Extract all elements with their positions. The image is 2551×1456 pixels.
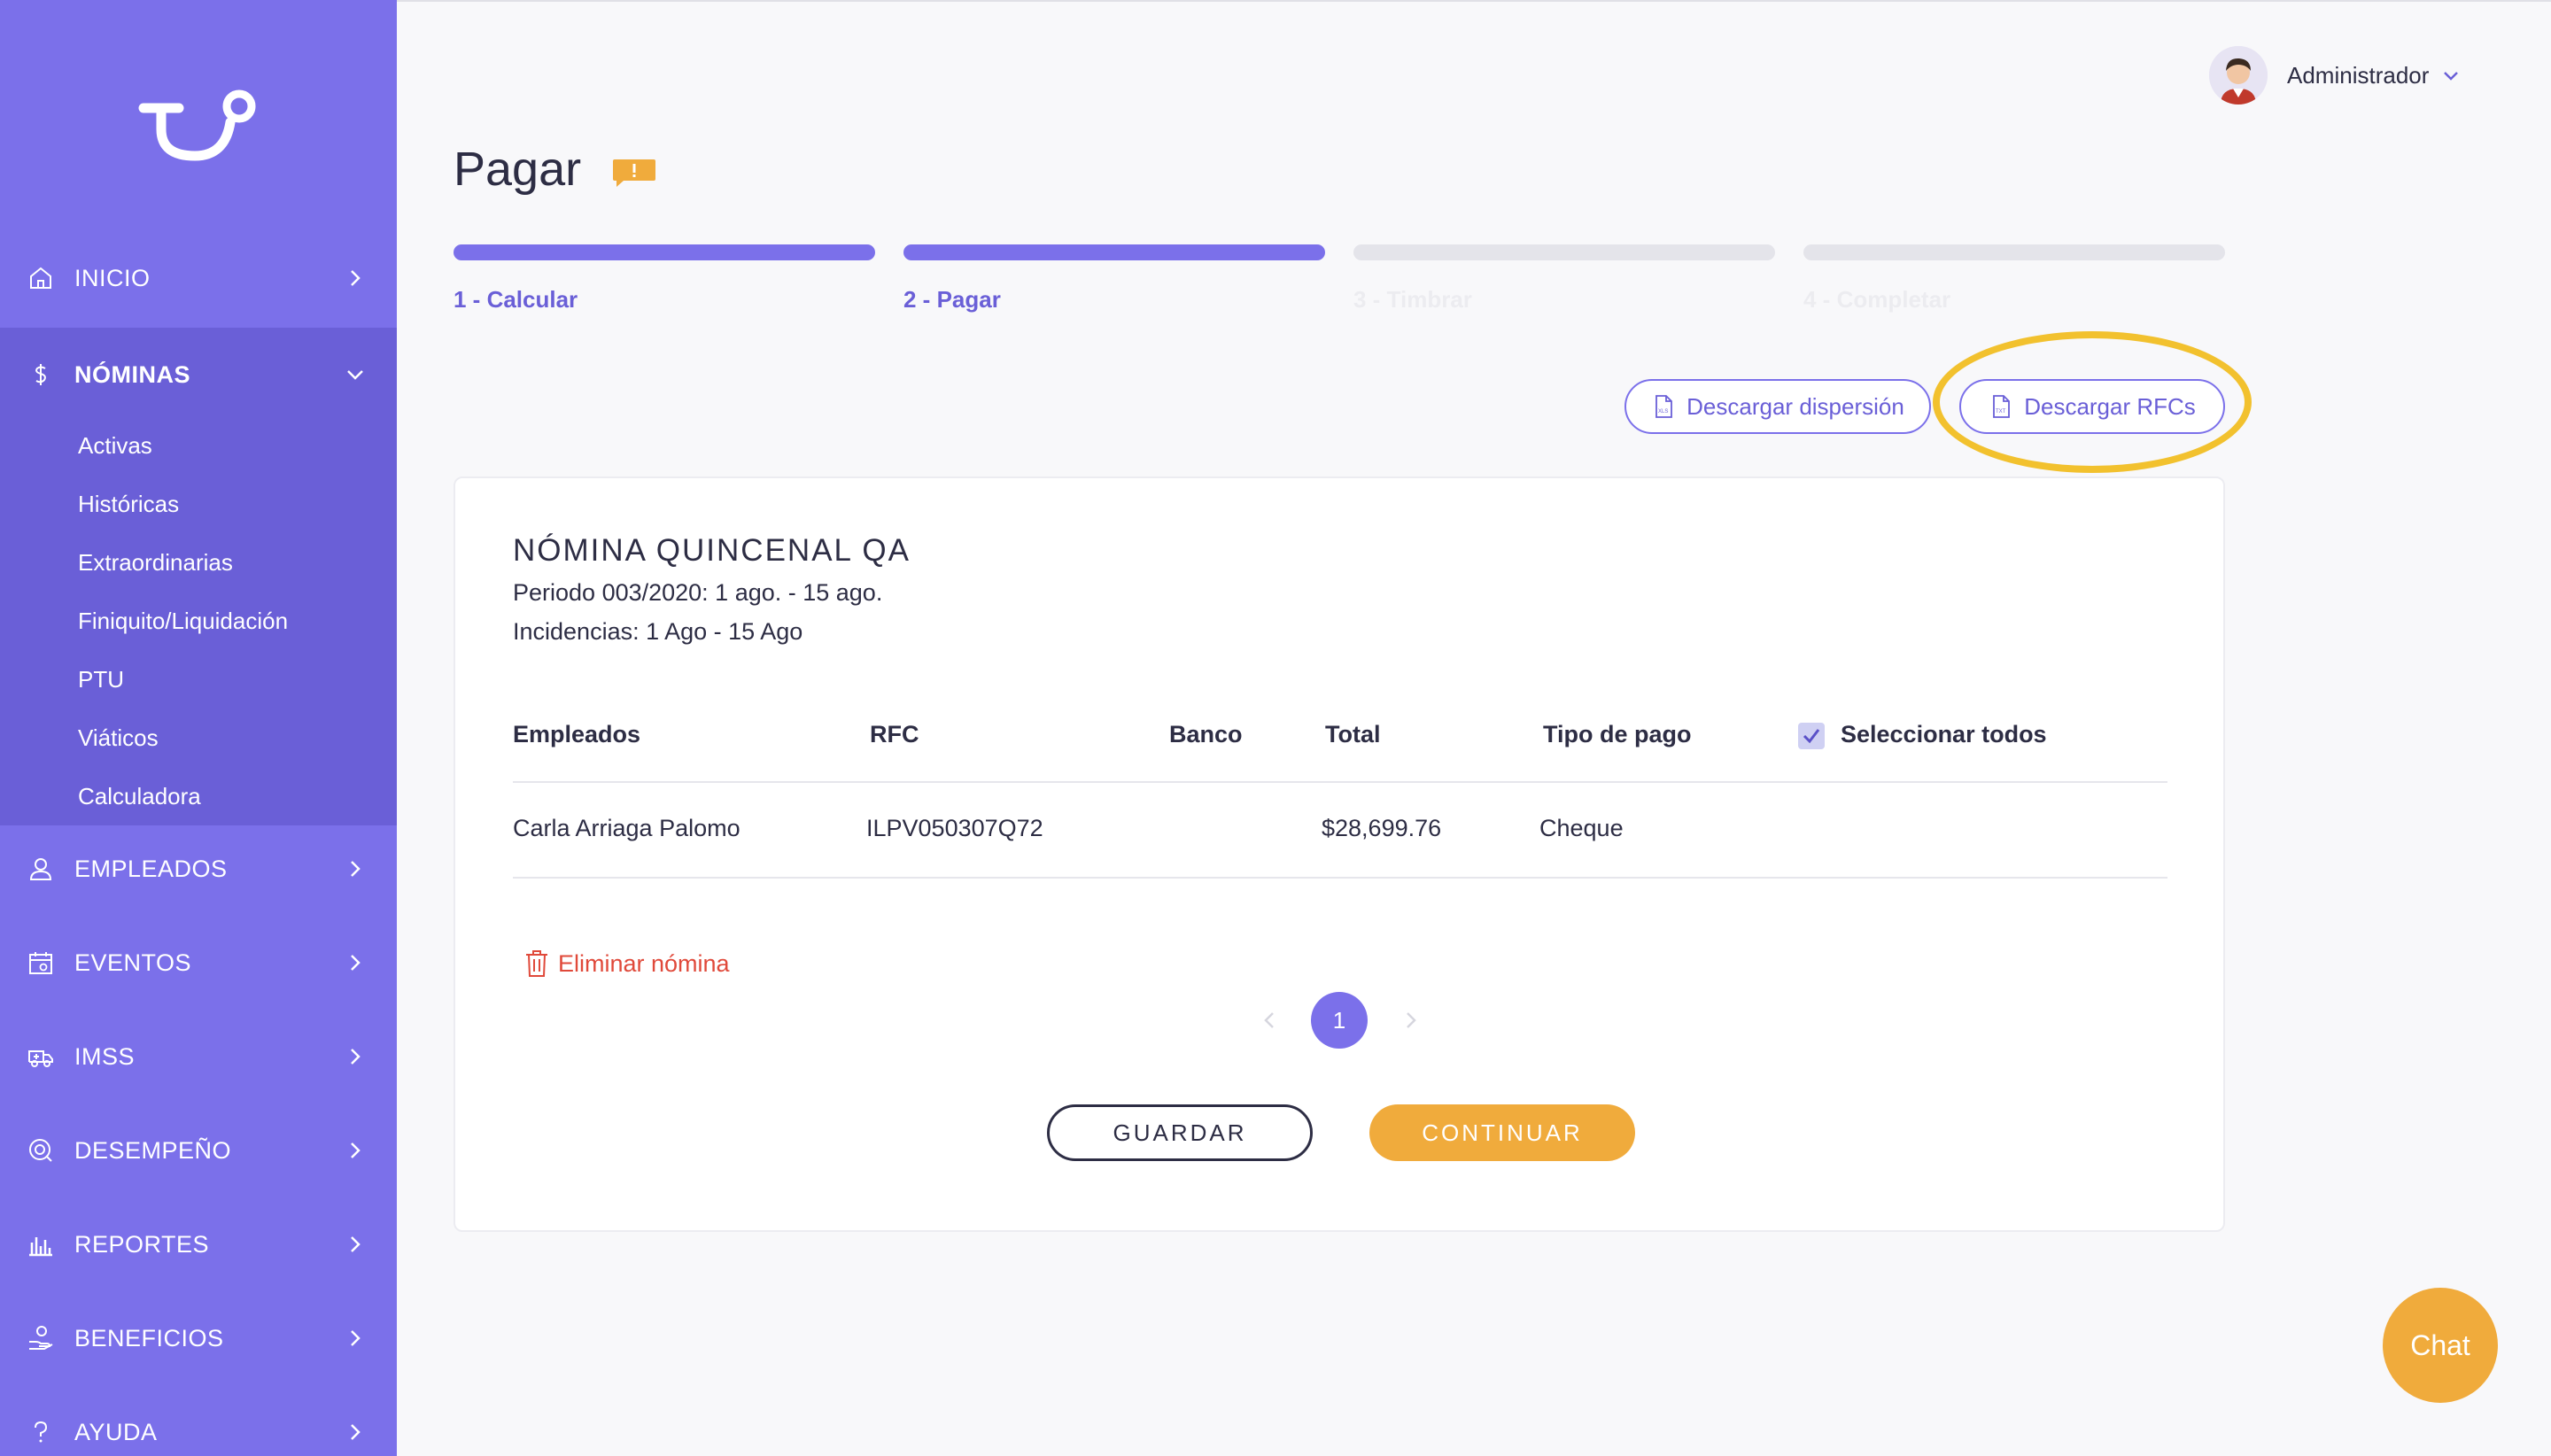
delete-payroll-label: Eliminar nómina — [558, 949, 730, 977]
sidebar-item-label: NÓMINAS — [74, 360, 190, 388]
payroll-incidences: Incidencias: 1 Ago - 15 Ago — [513, 618, 803, 645]
payroll-period: Periodo 003/2020: 1 ago. - 15 ago. — [513, 579, 883, 606]
save-button[interactable]: GUARDAR — [1047, 1104, 1313, 1161]
step-label-timbrar: 3 - Timbrar — [1353, 286, 1472, 313]
sidebar-item-label: AYUDA — [74, 1418, 158, 1445]
payroll-card: NÓMINA QUINCENAL QA Periodo 003/2020: 1 … — [454, 476, 2225, 1232]
cell-rfc: ILPV050307Q72 — [866, 815, 1043, 841]
sidebar-item-label: EVENTOS — [74, 949, 192, 976]
sidebar-item-eventos[interactable]: EVENTOS — [0, 916, 397, 1010]
step-label-calcular[interactable]: 1 - Calcular — [454, 286, 578, 314]
download-dispersion-button[interactable]: XLS Descargar dispersión — [1624, 379, 1931, 434]
submenu-calculadora[interactable]: Calculadora — [78, 783, 201, 810]
download-rfcs-label: Descargar RFCs — [2024, 392, 2196, 420]
chat-button[interactable]: Chat — [2383, 1288, 2498, 1403]
download-dispersion-label: Descargar dispersión — [1686, 392, 1904, 420]
sidebar-item-inicio[interactable]: INICIO — [0, 231, 397, 325]
hand-gift-icon — [29, 1326, 53, 1350]
sidebar: INICIO NÓMINAS Activas Históricas Extrao… — [0, 0, 397, 1456]
question-icon — [35, 1421, 48, 1443]
sidebar-item-ayuda[interactable]: AYUDA — [0, 1385, 397, 1456]
user-name: Administrador — [2287, 61, 2430, 89]
avatar-illustration-icon — [2209, 46, 2268, 105]
warning-badge-icon[interactable] — [611, 158, 657, 188]
step-bar-pagar — [903, 244, 1325, 260]
continue-button[interactable]: CONTINUAR — [1369, 1104, 1635, 1161]
sidebar-item-label: IMSS — [74, 1042, 136, 1070]
sidebar-item-imss[interactable]: IMSS — [0, 1010, 397, 1104]
home-icon — [30, 267, 51, 289]
cell-payment-type: Cheque — [1539, 815, 1624, 841]
column-header-total: Total — [1325, 721, 1381, 747]
sidebar-item-reportes[interactable]: REPORTES — [0, 1197, 397, 1291]
sidebar-item-empleados[interactable]: EMPLEADOS — [0, 822, 397, 916]
ambulance-icon — [28, 1050, 53, 1067]
chevron-right-icon — [351, 1049, 361, 1065]
step-label-completar: 4 - Completar — [1803, 286, 1951, 313]
chevron-down-icon — [2444, 72, 2459, 81]
sidebar-item-nominas[interactable]: NÓMINAS — [0, 328, 397, 422]
submenu-activas[interactable]: Activas — [78, 432, 152, 460]
user-icon — [29, 858, 52, 880]
nominas-section: NÓMINAS Activas Históricas Extraordinari… — [0, 328, 397, 825]
pagination-prev-icon[interactable] — [1260, 1010, 1281, 1031]
app-logo-icon[interactable] — [133, 80, 266, 168]
sidebar-item-beneficios[interactable]: BENEFICIOS — [0, 1291, 397, 1385]
chevron-down-icon — [347, 370, 363, 380]
cell-employee: Carla Arriaga Palomo — [513, 815, 740, 841]
step-bar-calcular — [454, 244, 875, 260]
chevron-right-icon — [351, 270, 361, 286]
submenu-finiquito[interactable]: Finiquito/Liquidación — [78, 608, 288, 635]
submenu-viaticos[interactable]: Viáticos — [78, 724, 159, 752]
svg-text:XLS: XLS — [1658, 409, 1668, 414]
chevron-right-icon — [351, 1330, 361, 1346]
select-all-label[interactable]: Seleccionar todos — [1841, 721, 2047, 748]
page-title: Pagar — [454, 143, 582, 196]
column-header-employees: Empleados — [513, 721, 641, 747]
chevron-right-icon — [351, 1424, 361, 1440]
sidebar-item-label: DESEMPEÑO — [74, 1136, 232, 1164]
step-bar-completar — [1803, 244, 2225, 260]
sidebar-item-desempeno[interactable]: DESEMPEÑO — [0, 1104, 397, 1197]
checkmark-icon — [1803, 729, 1820, 744]
bar-chart-icon — [29, 1237, 52, 1257]
sidebar-item-label: BENEFICIOS — [74, 1324, 224, 1351]
submenu-ptu[interactable]: PTU — [78, 666, 124, 693]
table-divider — [513, 877, 2167, 879]
step-label-pagar[interactable]: 2 - Pagar — [903, 286, 1001, 314]
submenu-extraordinarias[interactable]: Extraordinarias — [78, 549, 233, 577]
xls-file-icon: XLS — [1655, 395, 1673, 418]
column-header-payment-type: Tipo de pago — [1543, 721, 1692, 747]
sidebar-item-label: EMPLEADOS — [74, 855, 228, 882]
cell-total: $28,699.76 — [1322, 815, 1442, 841]
delete-payroll-button[interactable]: Eliminar nómina — [524, 949, 730, 978]
chevron-right-icon — [351, 861, 361, 877]
step-bar-timbrar — [1353, 244, 1775, 260]
payroll-title: NÓMINA QUINCENAL QA — [513, 533, 911, 568]
column-header-rfc: RFC — [870, 721, 919, 747]
submenu-historicas[interactable]: Históricas — [78, 491, 179, 518]
select-all-checkbox[interactable] — [1798, 723, 1825, 749]
download-rfcs-button[interactable]: TXT Descargar RFCs — [1959, 379, 2225, 434]
target-icon — [29, 1139, 52, 1162]
avatar — [2209, 46, 2268, 105]
user-menu[interactable]: Administrador — [2209, 46, 2461, 105]
pagination-next-icon[interactable] — [1400, 1010, 1421, 1031]
txt-file-icon: TXT — [1993, 395, 2011, 418]
dollar-icon — [35, 364, 46, 385]
top-divider — [397, 0, 2551, 2]
chevron-right-icon — [351, 1236, 361, 1252]
table-divider — [513, 781, 2167, 783]
column-header-bank: Banco — [1169, 721, 1243, 747]
calendar-icon — [29, 952, 52, 974]
svg-text:TXT: TXT — [1996, 409, 2006, 414]
chevron-right-icon — [351, 1142, 361, 1158]
sidebar-item-label: INICIO — [74, 264, 151, 291]
pagination-current-page[interactable]: 1 — [1311, 992, 1368, 1049]
trash-icon — [526, 950, 547, 977]
sidebar-item-label: REPORTES — [74, 1230, 210, 1258]
chevron-right-icon — [351, 955, 361, 971]
